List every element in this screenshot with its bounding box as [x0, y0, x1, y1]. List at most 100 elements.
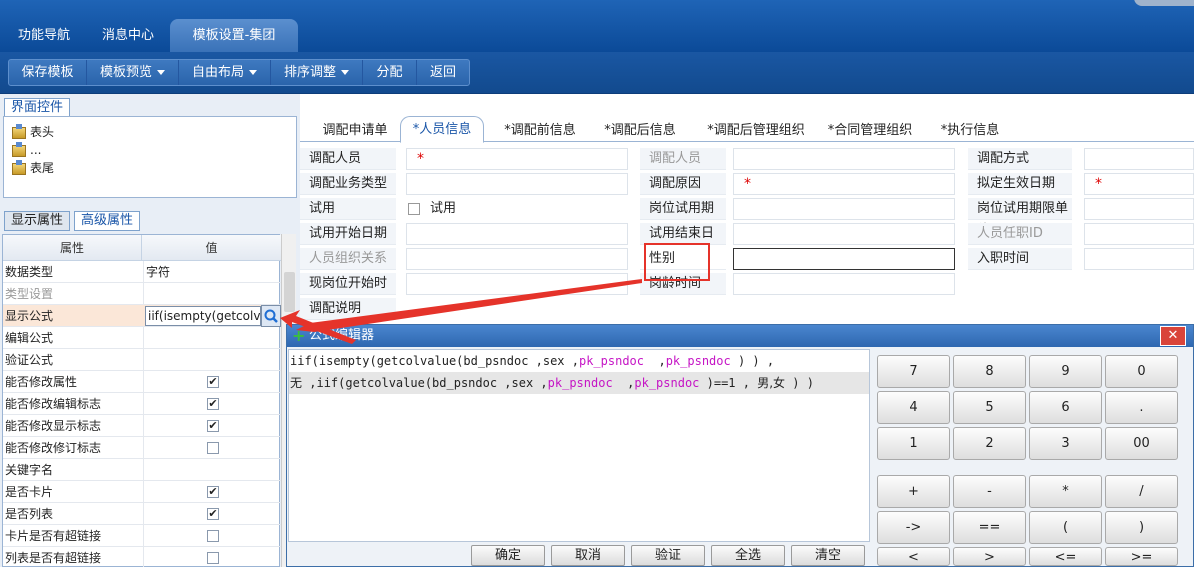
tab-contract-org[interactable]: *合同管理组织: [825, 120, 915, 142]
key-0[interactable]: 0: [1105, 355, 1178, 388]
key-dot[interactable]: .: [1105, 391, 1178, 424]
scrollbar-thumb[interactable]: [284, 272, 295, 312]
field-input[interactable]: [733, 148, 955, 170]
key-00[interactable]: 00: [1105, 427, 1178, 460]
key-equals[interactable]: ==: [953, 511, 1026, 544]
back-button[interactable]: 返回: [417, 60, 469, 85]
close-button[interactable]: ✕: [1160, 326, 1186, 346]
checkbox[interactable]: [207, 530, 219, 542]
checkbox[interactable]: ✔: [207, 398, 219, 410]
tree-item-ellipsis[interactable]: ...: [12, 141, 41, 159]
key-5[interactable]: 5: [953, 391, 1026, 424]
tab-template-settings[interactable]: 模板设置-集团: [170, 19, 298, 52]
table-row[interactable]: 类型设置: [3, 283, 281, 305]
key-greater-than[interactable]: >: [953, 547, 1026, 566]
checkbox[interactable]: ✔: [207, 420, 219, 432]
key-less-equal[interactable]: <=: [1029, 547, 1102, 566]
clear-button[interactable]: 清空: [791, 545, 865, 566]
tab-post-transfer-org[interactable]: *调配后管理组织: [700, 120, 812, 142]
tab-message-center[interactable]: 消息中心: [90, 19, 166, 52]
tab-function-nav[interactable]: 功能导航: [6, 19, 82, 52]
table-row[interactable]: 能否修改修订标志: [3, 437, 281, 459]
checkbox[interactable]: ✔: [207, 486, 219, 498]
key-greater-equal[interactable]: >=: [1105, 547, 1178, 566]
save-template-button[interactable]: 保存模板: [9, 60, 87, 85]
key-less-than[interactable]: <: [877, 547, 950, 566]
key-minus[interactable]: -: [953, 475, 1026, 508]
trial-checkbox[interactable]: [408, 203, 420, 215]
sort-adjust-button[interactable]: 排序调整: [271, 60, 363, 85]
top-nav-bar: 功能导航 消息中心 模板设置-集团: [0, 0, 1194, 52]
tree-item-footer[interactable]: 表尾: [12, 159, 54, 177]
checkbox[interactable]: [207, 442, 219, 454]
field-input[interactable]: [1084, 223, 1194, 245]
key-1[interactable]: 1: [877, 427, 950, 460]
checkbox[interactable]: ✔: [207, 376, 219, 388]
tree-item-header[interactable]: 表头: [12, 123, 54, 141]
plus-icon: +: [292, 326, 306, 345]
field-input[interactable]: *: [1084, 173, 1194, 195]
key-8[interactable]: 8: [953, 355, 1026, 388]
display-formula-input[interactable]: iif(isempty(getcolvalue: [145, 306, 261, 326]
key-multiply[interactable]: *: [1029, 475, 1102, 508]
table-row[interactable]: 关键字名: [3, 459, 281, 481]
template-preview-button[interactable]: 模板预览: [87, 60, 179, 85]
field-input[interactable]: [406, 273, 628, 295]
table-row[interactable]: 验证公式: [3, 349, 281, 371]
tab-execution-info[interactable]: *执行信息: [936, 120, 1004, 142]
key-plus[interactable]: +: [877, 475, 950, 508]
table-row[interactable]: 列表是否有超链接: [3, 547, 281, 567]
field-input[interactable]: [1084, 198, 1194, 220]
confirm-button[interactable]: 确定: [471, 545, 545, 566]
key-9[interactable]: 9: [1029, 355, 1102, 388]
key-arrow[interactable]: ->: [877, 511, 950, 544]
formula-text-editor[interactable]: iif(isempty(getcolvalue(bd_psndoc ,sex ,…: [288, 349, 870, 542]
key-7[interactable]: 7: [877, 355, 950, 388]
gender-field-input[interactable]: [733, 248, 955, 270]
validate-button[interactable]: 验证: [631, 545, 705, 566]
table-row[interactable]: 数据类型 字符: [3, 261, 281, 283]
field-input[interactable]: [406, 173, 628, 195]
tab-post-transfer-info[interactable]: *调配后信息: [600, 120, 680, 142]
checkbox[interactable]: ✔: [207, 508, 219, 520]
property-value: [143, 525, 281, 547]
tab-transfer-request[interactable]: 调配申请单: [318, 120, 392, 142]
field-input[interactable]: [1084, 248, 1194, 270]
key-divide[interactable]: /: [1105, 475, 1178, 508]
field-input[interactable]: [733, 273, 955, 295]
checkbox[interactable]: [207, 552, 219, 564]
tab-personnel-info[interactable]: *人员信息: [400, 116, 484, 143]
select-all-button[interactable]: 全选: [711, 545, 785, 566]
tab-interface-controls[interactable]: 界面控件: [4, 98, 71, 118]
cancel-button[interactable]: 取消: [551, 545, 625, 566]
table-row[interactable]: 显示公式 iif(isempty(getcolvalue: [3, 305, 281, 327]
field-label: 调配原因: [640, 173, 726, 195]
table-row[interactable]: 是否列表 ✔: [3, 503, 281, 525]
field-input[interactable]: [1084, 148, 1194, 170]
table-row[interactable]: 能否修改显示标志 ✔: [3, 415, 281, 437]
table-row[interactable]: 卡片是否有超链接: [3, 525, 281, 547]
table-row[interactable]: 编辑公式: [3, 327, 281, 349]
table-row[interactable]: 是否卡片 ✔: [3, 481, 281, 503]
key-3[interactable]: 3: [1029, 427, 1102, 460]
key-close-paren[interactable]: ): [1105, 511, 1178, 544]
key-open-paren[interactable]: (: [1029, 511, 1102, 544]
tab-pre-transfer-info[interactable]: *调配前信息: [500, 120, 580, 142]
field-input[interactable]: [406, 223, 628, 245]
formula-search-button[interactable]: [261, 305, 281, 327]
table-row[interactable]: 能否修改编辑标志 ✔: [3, 393, 281, 415]
tab-advanced-properties[interactable]: 高级属性: [74, 211, 141, 231]
field-input[interactable]: *: [406, 148, 628, 170]
free-layout-button[interactable]: 自由布局: [179, 60, 271, 85]
key-4[interactable]: 4: [877, 391, 950, 424]
field-input[interactable]: [406, 248, 628, 270]
field-input[interactable]: [733, 223, 955, 245]
key-2[interactable]: 2: [953, 427, 1026, 460]
tab-display-properties[interactable]: 显示属性: [4, 211, 71, 231]
table-row[interactable]: 能否修改属性 ✔: [3, 371, 281, 393]
assign-button[interactable]: 分配: [363, 60, 417, 85]
code-text: ,iif(getcolvalue(bd_psndoc ,sex ,: [302, 376, 548, 390]
key-6[interactable]: 6: [1029, 391, 1102, 424]
field-input[interactable]: [733, 198, 955, 220]
field-input[interactable]: *: [733, 173, 955, 195]
